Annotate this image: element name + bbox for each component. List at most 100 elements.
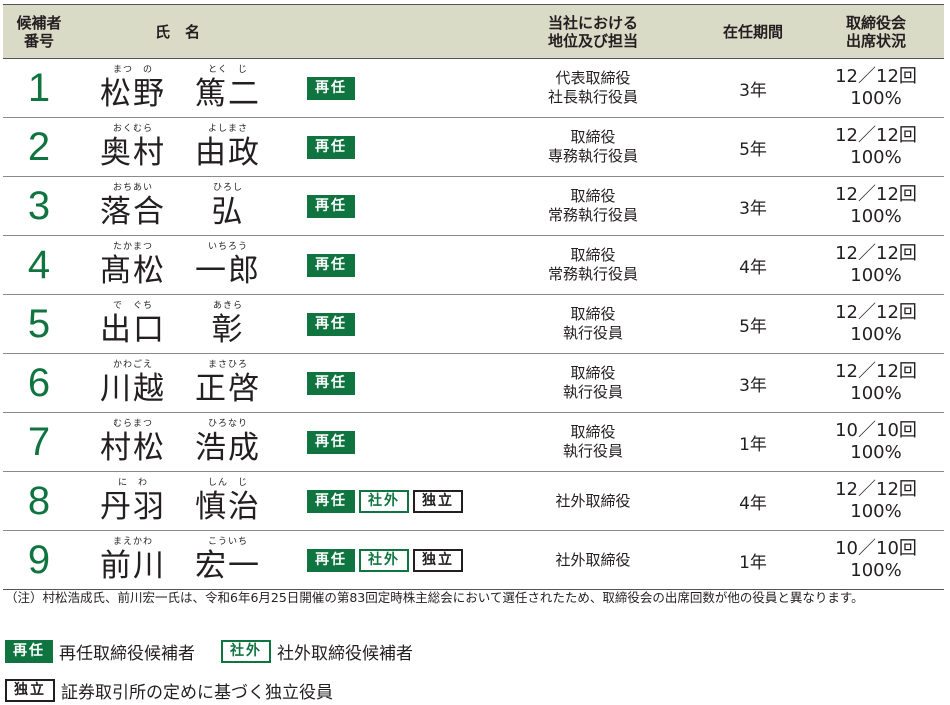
candidate-attendance: 12／12回 100% — [808, 361, 944, 405]
attendance-count: 12／12回 — [835, 184, 917, 205]
family-name-kanji: 村松 — [100, 430, 166, 466]
attendance-rate: 100% — [850, 442, 902, 463]
given-name-kanji: 由政 — [195, 135, 261, 171]
candidate-number: 6 — [27, 361, 51, 405]
given-name-ruby: しん じ — [207, 478, 248, 488]
header-name: 氏 名 — [154, 22, 200, 41]
candidate-number: 4 — [27, 243, 51, 287]
given-name: とく じ篤二 — [193, 64, 263, 112]
family-name-ruby: かわごえ — [112, 360, 153, 370]
reelection-badge: 再任 — [307, 253, 355, 277]
family-name-kanji: 落合 — [100, 194, 166, 230]
table-header: 候補者 番号 氏 名 当社における 地位及び担当 在任期間 取締役会 出席状況 — [3, 5, 944, 59]
attendance-rate: 100% — [850, 265, 902, 286]
family-name-ruby: おくむら — [112, 124, 153, 134]
given-name-ruby: まさひろ — [207, 360, 248, 370]
candidate-term: 3年 — [739, 80, 767, 101]
given-name: まさひろ 正啓 — [193, 359, 263, 407]
reelection-badge: 再任 — [307, 312, 355, 336]
legend-independent-badge: 独立 — [5, 679, 55, 702]
candidate-term: 1年 — [739, 434, 767, 455]
candidate-attendance: 12／12回 100% — [808, 302, 944, 346]
candidate-badges: 再任 — [280, 135, 488, 159]
candidate-name: まつ の松野 とく じ篤二 — [75, 59, 280, 117]
outside-badge: 社外 — [359, 548, 409, 572]
given-name-ruby: あきら — [212, 301, 243, 311]
attendance-count: 12／12回 — [835, 361, 917, 382]
candidate-name: おちあい 落合 ひろし弘 — [75, 177, 280, 235]
given-name-ruby: よしまさ — [207, 124, 248, 134]
candidate-position: 社外取締役 — [555, 491, 631, 510]
reelection-badge: 再任 — [307, 194, 355, 218]
header-term: 在任期間 — [722, 22, 783, 41]
table-body: 1 まつ の松野 とく じ篤二 再任 代表取締役 社長執行役員 3年 12／12回 100% 2… — [3, 59, 944, 589]
attendance-rate: 100% — [850, 88, 902, 109]
attendance-rate: 100% — [850, 560, 902, 581]
outside-badge: 社外 — [359, 489, 409, 513]
attendance-rate: 100% — [850, 147, 902, 168]
reelection-badge: 再任 — [307, 489, 355, 513]
reelection-badge: 再任 — [307, 548, 355, 572]
family-name-ruby: たかまつ — [112, 242, 153, 252]
table-row: 9 まえかわ 前川 こういち 宏一 再任 社外 独立 社外取締役 1年 10／10回 100% — [3, 531, 944, 589]
candidate-position: 代表取締役 社長執行役員 — [547, 69, 638, 106]
candidate-attendance: 12／12回 100% — [808, 479, 944, 523]
given-name-ruby: ひろし — [212, 183, 243, 193]
candidate-name: たかまつ 髙松 いちろう 一郎 — [75, 236, 280, 294]
table-row: 5で ぐち 出口 あきら彰再任 取締役 執行役員 5年 12／12回 100% — [3, 295, 944, 354]
candidate-name: おくむら 奥村 よしまさ 由政 — [75, 118, 280, 176]
candidate-term: 4年 — [739, 493, 767, 514]
candidate-term: 4年 — [739, 257, 767, 278]
candidate-badges: 再任 — [280, 253, 488, 277]
candidate-name: で ぐち 出口 あきら彰 — [75, 295, 280, 353]
family-name: むらまつ 村松 — [98, 418, 168, 466]
candidate-number: 7 — [27, 420, 51, 464]
candidate-number: 2 — [27, 125, 51, 169]
given-name-ruby: ひろなり — [207, 419, 248, 429]
family-name: まつ の松野 — [98, 64, 168, 112]
candidate-name: むらまつ 村松 ひろなり 浩成 — [75, 413, 280, 471]
candidate-attendance: 12／12回 100% — [808, 184, 944, 228]
candidate-position: 取締役 常務執行役員 — [547, 187, 638, 224]
family-name-ruby: まつ の — [112, 65, 153, 75]
given-name-kanji: 篤二 — [195, 76, 261, 112]
table-row: 1 まつ の松野 とく じ篤二 再任 代表取締役 社長執行役員 3年 12／12回 100% — [3, 59, 944, 118]
given-name: ひろし弘 — [193, 182, 263, 230]
family-name-kanji: 松野 — [100, 76, 166, 112]
table-row: 2 おくむら 奥村 よしまさ 由政 再任 取締役 専務執行役員 5年 12／12回 100% — [3, 118, 944, 177]
header-attendance: 取締役会 出席状況 — [845, 13, 906, 50]
given-name: ひろなり 浩成 — [193, 418, 263, 466]
family-name: かわごえ 川越 — [98, 359, 168, 407]
reelection-badge: 再任 — [307, 76, 355, 100]
attendance-rate: 100% — [850, 324, 902, 345]
attendance-count: 12／12回 — [835, 302, 917, 323]
table-row: 3 おちあい 落合 ひろし弘再任 取締役 常務執行役員 3年 12／12回 100% — [3, 177, 944, 236]
legend-outside-badge: 社外 — [221, 640, 271, 663]
reelection-badge: 再任 — [307, 135, 355, 159]
family-name-kanji: 前川 — [100, 548, 166, 584]
legend-row-2: 独立 証券取引所の定めに基づく独立役員 — [5, 678, 333, 703]
table-row: 8に わ丹羽 しん じ慎治 再任 社外 独立 社外取締役 4年 12／12回 100% — [3, 472, 944, 531]
family-name-ruby: おちあい — [112, 183, 153, 193]
independent-badge: 独立 — [413, 548, 463, 572]
family-name-kanji: 出口 — [100, 312, 166, 348]
candidate-name: に わ丹羽 しん じ慎治 — [75, 472, 280, 530]
family-name: たかまつ 髙松 — [98, 241, 168, 289]
given-name-kanji: 彰 — [211, 312, 245, 348]
table-row: 6 かわごえ 川越 まさひろ 正啓 再任 取締役 執行役員 3年 12／12回 100% — [3, 354, 944, 413]
family-name: おちあい 落合 — [98, 182, 168, 230]
given-name-kanji: 正啓 — [195, 371, 261, 407]
family-name-ruby: に わ — [117, 478, 148, 488]
family-name-kanji: 奥村 — [100, 135, 166, 171]
candidate-badges: 再任 — [280, 194, 488, 218]
candidate-term: 5年 — [739, 139, 767, 160]
family-name-ruby: で ぐち — [112, 301, 153, 311]
attendance-count: 12／12回 — [835, 479, 917, 500]
candidate-badges: 再任 — [280, 312, 488, 336]
attendance-count: 12／12回 — [835, 243, 917, 264]
family-name: で ぐち 出口 — [98, 300, 168, 348]
independent-badge: 独立 — [413, 489, 463, 513]
candidate-name: かわごえ 川越 まさひろ 正啓 — [75, 354, 280, 412]
candidate-attendance: 10／10回 100% — [808, 538, 944, 582]
family-name: まえかわ 前川 — [98, 536, 168, 584]
